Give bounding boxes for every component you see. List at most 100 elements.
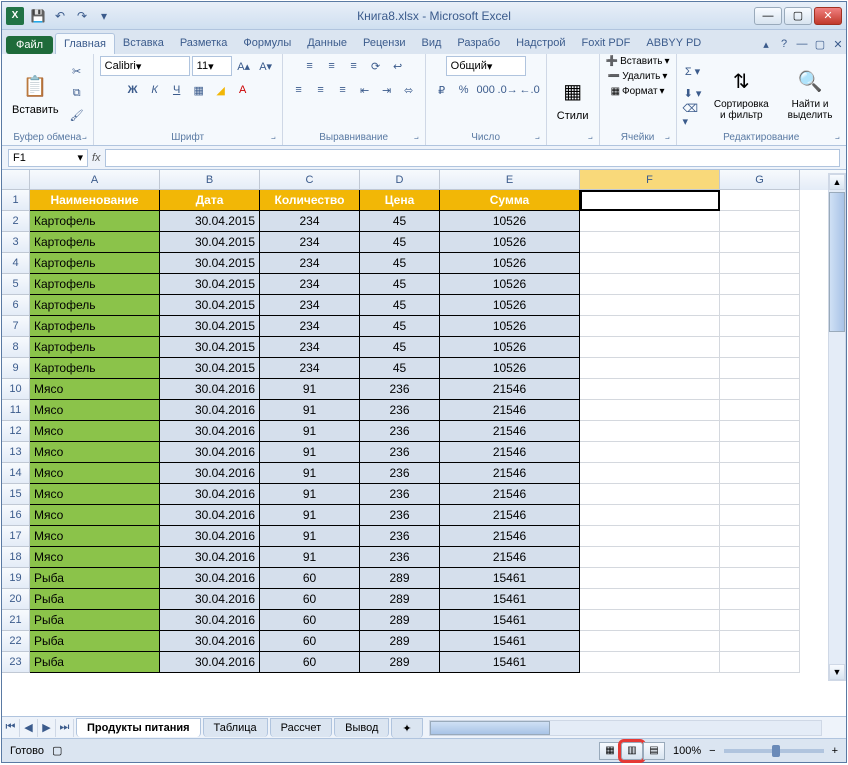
cell-qty[interactable]: 91 — [260, 484, 360, 505]
percent-icon[interactable]: % — [454, 80, 474, 100]
cell-name[interactable]: Рыба — [30, 631, 160, 652]
cell-price[interactable]: 236 — [360, 379, 440, 400]
cell[interactable] — [580, 232, 720, 253]
vertical-scrollbar[interactable]: ▲ ▼ — [828, 173, 846, 681]
cell-date[interactable]: 30.04.2015 — [160, 274, 260, 295]
sheet-tab[interactable]: Вывод — [334, 718, 389, 737]
select-all-corner[interactable] — [2, 170, 30, 190]
cell-sum[interactable]: 10526 — [440, 358, 580, 379]
align-top-icon[interactable]: ≡ — [300, 56, 320, 76]
page-break-view-button[interactable]: ▤ — [643, 742, 665, 760]
col-header-B[interactable]: B — [160, 170, 260, 190]
row-header[interactable]: 10 — [2, 379, 30, 400]
cell-date[interactable]: 30.04.2016 — [160, 505, 260, 526]
wrap-text-icon[interactable]: ↩ — [388, 56, 408, 76]
cell-price[interactable]: 236 — [360, 463, 440, 484]
cell-qty[interactable]: 60 — [260, 610, 360, 631]
close-button[interactable]: ✕ — [814, 7, 842, 25]
font-size-combo[interactable]: 11 ▾ — [192, 56, 232, 76]
cell-sum[interactable]: 21546 — [440, 526, 580, 547]
new-sheet-icon[interactable]: ✦ — [391, 718, 422, 738]
cell-sum[interactable]: 10526 — [440, 274, 580, 295]
cell-price[interactable]: 45 — [360, 232, 440, 253]
font-name-combo[interactable]: Calibri ▾ — [100, 56, 190, 76]
cell-qty[interactable]: 91 — [260, 463, 360, 484]
cell[interactable] — [580, 568, 720, 589]
scroll-up-icon[interactable]: ▲ — [829, 174, 845, 190]
zoom-out-button[interactable]: − — [709, 745, 715, 757]
row-header[interactable]: 4 — [2, 253, 30, 274]
workbook-restore-icon[interactable]: ▢ — [812, 38, 828, 54]
decrease-decimal-icon[interactable]: ←.0 — [520, 80, 540, 100]
fx-icon[interactable]: fx — [92, 152, 101, 164]
cell-sum[interactable]: 21546 — [440, 400, 580, 421]
tab-foxit pdf[interactable]: Foxit PDF — [574, 33, 639, 54]
cell[interactable] — [580, 253, 720, 274]
tab-вид[interactable]: Вид — [414, 33, 450, 54]
cell-name[interactable]: Рыба — [30, 652, 160, 673]
sheet-tab-active[interactable]: Продукты питания — [76, 718, 201, 737]
cell-sum[interactable]: 10526 — [440, 253, 580, 274]
cell[interactable] — [720, 484, 800, 505]
cell[interactable] — [580, 505, 720, 526]
cell-name[interactable]: Рыба — [30, 589, 160, 610]
font-color-icon[interactable]: A — [233, 80, 253, 100]
italic-button[interactable]: К — [145, 80, 165, 100]
cell-price[interactable]: 236 — [360, 547, 440, 568]
cell-name[interactable]: Рыба — [30, 610, 160, 631]
cell[interactable] — [720, 274, 800, 295]
cell-price[interactable]: 45 — [360, 316, 440, 337]
cell[interactable] — [580, 484, 720, 505]
macro-record-icon[interactable]: ▢ — [52, 744, 62, 757]
formula-input[interactable] — [105, 149, 840, 167]
align-left-icon[interactable]: ≡ — [289, 80, 309, 100]
cell[interactable] — [580, 652, 720, 673]
cell-price[interactable]: 45 — [360, 337, 440, 358]
cell-sum[interactable]: 21546 — [440, 484, 580, 505]
cell-qty[interactable]: 91 — [260, 421, 360, 442]
comma-icon[interactable]: 000 — [476, 80, 496, 100]
cell-sum[interactable]: 10526 — [440, 232, 580, 253]
cell-name[interactable]: Картофель — [30, 358, 160, 379]
cell[interactable] — [720, 652, 800, 673]
cell-price[interactable]: 45 — [360, 295, 440, 316]
sort-filter-button[interactable]: ⇅ Сортировка и фильтр — [707, 63, 777, 123]
cell-price[interactable]: 289 — [360, 652, 440, 673]
cell-qty[interactable]: 91 — [260, 547, 360, 568]
cell[interactable] — [580, 274, 720, 295]
cell-name[interactable]: Мясо — [30, 505, 160, 526]
row-header[interactable]: 7 — [2, 316, 30, 337]
ribbon-minimize-icon[interactable]: ▴ — [758, 38, 774, 54]
cell[interactable] — [720, 211, 800, 232]
cell-date[interactable]: 30.04.2016 — [160, 421, 260, 442]
cell-date[interactable]: 30.04.2015 — [160, 337, 260, 358]
header-cell[interactable]: Наименование — [30, 190, 160, 211]
save-icon[interactable]: 💾 — [28, 6, 48, 26]
workbook-minimize-icon[interactable]: — — [794, 38, 810, 54]
cell-date[interactable]: 30.04.2016 — [160, 526, 260, 547]
cell[interactable] — [580, 631, 720, 652]
cell[interactable] — [720, 505, 800, 526]
tab-формулы[interactable]: Формулы — [235, 33, 299, 54]
tab-вставка[interactable]: Вставка — [115, 33, 172, 54]
cell-qty[interactable]: 234 — [260, 211, 360, 232]
zoom-thumb[interactable] — [772, 745, 780, 757]
cell-qty[interactable]: 91 — [260, 379, 360, 400]
row-header[interactable]: 16 — [2, 505, 30, 526]
h-scroll-thumb[interactable] — [430, 721, 550, 735]
cell[interactable] — [720, 379, 800, 400]
cell-qty[interactable]: 60 — [260, 589, 360, 610]
cell-date[interactable]: 30.04.2015 — [160, 316, 260, 337]
cell-price[interactable]: 45 — [360, 274, 440, 295]
cell-price[interactable]: 289 — [360, 610, 440, 631]
decrease-indent-icon[interactable]: ⇤ — [355, 80, 375, 100]
row-header[interactable]: 13 — [2, 442, 30, 463]
tab-разрабо[interactable]: Разрабо — [449, 33, 508, 54]
cell[interactable] — [720, 610, 800, 631]
cell-date[interactable]: 30.04.2015 — [160, 232, 260, 253]
cell-name[interactable]: Картофель — [30, 253, 160, 274]
cell-date[interactable]: 30.04.2015 — [160, 358, 260, 379]
cell-date[interactable]: 30.04.2016 — [160, 631, 260, 652]
increase-indent-icon[interactable]: ⇥ — [377, 80, 397, 100]
page-layout-view-button[interactable]: ▥ — [621, 742, 643, 760]
